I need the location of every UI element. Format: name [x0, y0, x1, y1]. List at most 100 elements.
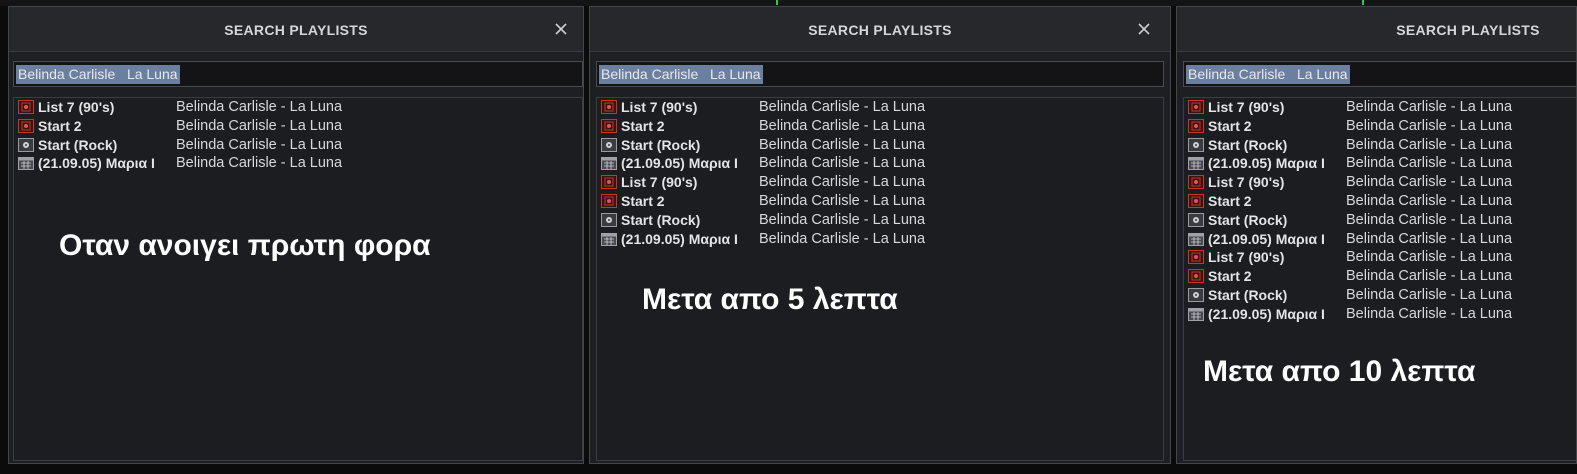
results-list[interactable]: List 7 (90's) Belinda Carlisle - La Luna S…	[13, 97, 583, 461]
playlist-name: List 7 (90's)	[621, 174, 698, 191]
matched-track: Belinda Carlisle - La Luna	[1346, 249, 1513, 266]
result-row[interactable]: (21.09.05) Μαρια Ι Belinda Carlisle - La …	[601, 154, 1163, 173]
result-row[interactable]: List 7 (90's) Belinda Carlisle - La Luna	[601, 173, 1163, 192]
matched-track: Belinda Carlisle - La Luna	[759, 230, 926, 247]
search-input-value[interactable]: Belinda Carlisle La Luna	[1186, 65, 1350, 84]
meter-tick	[1362, 0, 1364, 5]
result-row[interactable]: Start (Rock) Belinda Carlisle - La Luna	[601, 136, 1163, 155]
result-row[interactable]: Start (Rock) Belinda Carlisle - La Luna	[18, 136, 582, 155]
gray-playlist-icon	[1188, 212, 1204, 227]
matched-track: Belinda Carlisle - La Luna	[1346, 193, 1513, 209]
matched-track: Belinda Carlisle - La Luna	[759, 117, 926, 134]
search-input[interactable]: Belinda Carlisle La Luna	[596, 61, 1164, 87]
dialog-header: SEARCH PLAYLISTS	[1177, 7, 1576, 52]
red-playlist-icon	[1188, 250, 1204, 265]
close-icon	[1138, 23, 1150, 35]
playlist-name: (21.09.05) Μαρια Ι	[38, 155, 155, 172]
caption-text: Μετα απο 10 λεπτα	[1203, 355, 1476, 388]
result-row[interactable]: List 7 (90's) Belinda Carlisle - La Luna	[1188, 173, 1576, 192]
matched-track: Belinda Carlisle - La Luna	[1346, 155, 1513, 172]
caption-text: Μετα απο 5 λεπτα	[642, 283, 898, 316]
dialog-title: SEARCH PLAYLISTS	[808, 22, 952, 38]
playlist-name: Start 2	[1208, 193, 1252, 209]
result-row[interactable]: List 7 (90's) Belinda Carlisle - La Luna	[18, 98, 582, 117]
matched-track: Belinda Carlisle - La Luna	[1346, 268, 1513, 285]
playlist-name: (21.09.05) Μαρια Ι	[1208, 155, 1325, 172]
matched-track: Belinda Carlisle - La Luna	[1346, 136, 1513, 153]
red-playlist-icon	[1188, 269, 1204, 284]
matched-track: Belinda Carlisle - La Luna	[759, 155, 926, 172]
dialog-header: SEARCH PLAYLISTS	[9, 7, 583, 52]
search-input-value[interactable]: Belinda Carlisle La Luna	[599, 65, 763, 84]
playlist-name: Start (Rock)	[1208, 211, 1288, 228]
matched-track: Belinda Carlisle - La Luna	[759, 211, 926, 228]
calendar-playlist-icon	[1188, 156, 1204, 171]
results-list[interactable]: List 7 (90's) Belinda Carlisle - La Luna S…	[596, 97, 1164, 461]
close-button[interactable]	[551, 19, 571, 39]
gray-playlist-icon	[601, 212, 617, 227]
playlist-name: List 7 (90's)	[621, 99, 698, 115]
playlist-name: Start (Rock)	[38, 136, 118, 153]
playlist-name: (21.09.05) Μαρια Ι	[1208, 230, 1325, 247]
matched-track: Belinda Carlisle - La Luna	[176, 136, 343, 153]
result-row[interactable]: Start 2 Belinda Carlisle - La Luna	[1188, 117, 1576, 136]
playlist-name: Start (Rock)	[1208, 136, 1288, 153]
red-playlist-icon	[601, 194, 617, 208]
matched-track: Belinda Carlisle - La Luna	[1346, 287, 1513, 303]
result-row[interactable]: Start 2 Belinda Carlisle - La Luna	[601, 117, 1163, 136]
result-row[interactable]: Start 2 Belinda Carlisle - La Luna	[601, 192, 1163, 211]
matched-track: Belinda Carlisle - La Luna	[176, 99, 343, 115]
dialog-title: SEARCH PLAYLISTS	[1396, 22, 1540, 38]
playlist-name: List 7 (90's)	[1208, 249, 1285, 266]
playlist-name: List 7 (90's)	[38, 99, 115, 115]
playlist-name: List 7 (90's)	[1208, 99, 1285, 115]
dialog-title: SEARCH PLAYLISTS	[224, 22, 368, 38]
playlist-name: List 7 (90's)	[1208, 174, 1285, 191]
result-row[interactable]: Start (Rock) Belinda Carlisle - La Luna	[1188, 211, 1576, 230]
calendar-playlist-icon	[1188, 232, 1204, 246]
red-playlist-icon	[601, 100, 617, 114]
playlist-name: Start 2	[621, 117, 665, 134]
matched-track: Belinda Carlisle - La Luna	[176, 117, 343, 134]
result-row[interactable]: Start 2 Belinda Carlisle - La Luna	[1188, 192, 1576, 211]
result-row[interactable]: (21.09.05) Μαρια Ι Belinda Carlisle - La …	[601, 230, 1163, 249]
red-playlist-icon	[1188, 100, 1204, 114]
result-row[interactable]: (21.09.05) Μαρια Ι Belinda Carlisle - La …	[18, 154, 582, 173]
gray-playlist-icon	[18, 137, 34, 152]
caption-text: Οταν ανοιγει πρωτη φορα	[59, 229, 431, 262]
playlist-name: (21.09.05) Μαρια Ι	[621, 230, 738, 247]
meter-tick	[776, 0, 778, 5]
search-input-value[interactable]: Belinda Carlisle La Luna	[16, 65, 180, 84]
calendar-playlist-icon	[18, 156, 34, 171]
matched-track: Belinda Carlisle - La Luna	[1346, 305, 1513, 322]
red-playlist-icon	[18, 100, 34, 114]
red-playlist-icon	[1188, 194, 1204, 208]
result-row[interactable]: (21.09.05) Μαρια Ι Belinda Carlisle - La …	[1188, 305, 1576, 324]
playlist-name: Start (Rock)	[1208, 287, 1288, 303]
result-row[interactable]: Start 2 Belinda Carlisle - La Luna	[1188, 267, 1576, 286]
playlist-name: (21.09.05) Μαρια Ι	[1208, 305, 1325, 322]
matched-track: Belinda Carlisle - La Luna	[1346, 99, 1513, 115]
result-row[interactable]: List 7 (90's) Belinda Carlisle - La Luna	[601, 98, 1163, 117]
result-row[interactable]: Start (Rock) Belinda Carlisle - La Luna	[601, 211, 1163, 230]
gray-playlist-icon	[1188, 137, 1204, 152]
playlist-name: Start (Rock)	[621, 211, 701, 228]
matched-track: Belinda Carlisle - La Luna	[759, 99, 926, 115]
result-row[interactable]: Start (Rock) Belinda Carlisle - La Luna	[1188, 286, 1576, 305]
matched-track: Belinda Carlisle - La Luna	[759, 174, 926, 191]
result-row[interactable]: Start 2 Belinda Carlisle - La Luna	[18, 117, 582, 136]
calendar-playlist-icon	[1188, 307, 1204, 321]
result-row[interactable]: Start (Rock) Belinda Carlisle - La Luna	[1188, 136, 1576, 155]
gray-playlist-icon	[601, 137, 617, 152]
result-row[interactable]: (21.09.05) Μαρια Ι Belinda Carlisle - La …	[1188, 154, 1576, 173]
search-input[interactable]: Belinda Carlisle La Luna	[13, 61, 583, 87]
result-row[interactable]: List 7 (90's) Belinda Carlisle - La Luna	[1188, 98, 1576, 117]
search-input[interactable]: Belinda Carlisle La Luna	[1183, 61, 1576, 87]
result-row[interactable]: (21.09.05) Μαρια Ι Belinda Carlisle - La …	[1188, 230, 1576, 249]
playlist-name: (21.09.05) Μαρια Ι	[621, 155, 738, 172]
search-playlists-dialog: SEARCH PLAYLISTS Belinda Carlisle La Lun…	[8, 6, 584, 464]
close-button[interactable]	[1134, 19, 1154, 39]
result-row[interactable]: List 7 (90's) Belinda Carlisle - La Luna	[1188, 248, 1576, 267]
playlist-name: Start 2	[38, 117, 82, 134]
results-list[interactable]: List 7 (90's) Belinda Carlisle - La Luna S…	[1183, 97, 1576, 461]
